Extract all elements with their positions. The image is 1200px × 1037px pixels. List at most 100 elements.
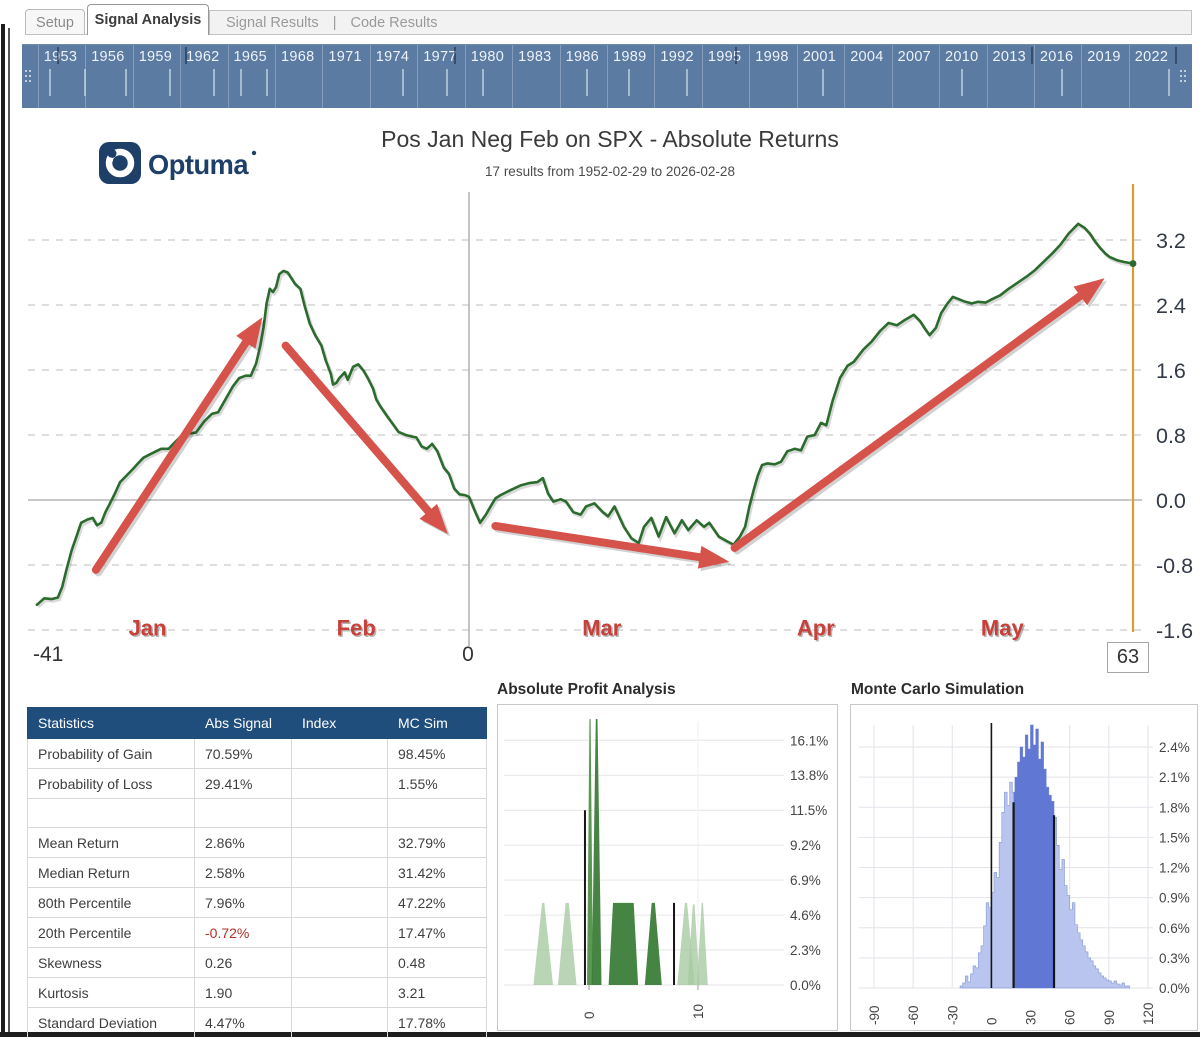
timeline-signal-mark-top (185, 47, 187, 64)
timeline-year-label: 2013 (993, 49, 1026, 65)
month-label-may: May (981, 615, 1025, 640)
mc-x-tick-label: 120 (1141, 1002, 1156, 1025)
stats-row: Probability of Loss29.41%1.55% (28, 769, 487, 799)
tab-strip: Signal Results | Code Results (209, 10, 1192, 35)
timeline-year-label: 1968 (281, 49, 314, 65)
line-end-dot (1130, 260, 1137, 267)
timeline-separator (749, 45, 750, 108)
month-label-apr: Apr (797, 615, 835, 640)
stats-row: Probability of Gain70.59%98.45% (28, 739, 487, 769)
timeline-signal-mark (1061, 69, 1063, 96)
timeline-signal-mark (125, 69, 127, 96)
tab-code-results[interactable]: Code Results (350, 15, 437, 31)
stats-row: Median Return2.58%31.42% (28, 858, 487, 888)
timeline-signal-mark (49, 69, 51, 96)
stats-cell: 0.26 (195, 948, 292, 978)
stats-row: 80th Percentile7.96%47.22% (28, 888, 487, 918)
timeline-separator (370, 45, 371, 108)
y-axis-tick-label: -0.8 (1156, 554, 1193, 578)
stats-cell: Probability of Loss (28, 769, 195, 799)
timeline-signal-mark (402, 69, 404, 96)
stats-cell: 0.48 (388, 948, 487, 978)
timeline-signal-mark (822, 69, 824, 96)
stats-cell: 2.58% (195, 858, 292, 888)
mc-y-tick-label: 2.4% (1159, 740, 1190, 755)
stats-cell: Probability of Gain (28, 739, 195, 769)
x-axis-end-label-box: 63 (1107, 642, 1149, 673)
stats-cell: Kurtosis (28, 978, 195, 1008)
timeline-year-label: 2019 (1087, 49, 1120, 65)
mc-confidence-band (1014, 725, 1054, 988)
tab-signal-analysis[interactable]: Signal Analysis (87, 4, 209, 35)
stats-column-header: Abs Signal (195, 708, 292, 739)
statistics-table-wrap: StatisticsAbs SignalIndexMC SimProbabili… (27, 707, 486, 1037)
timeline-signal-mark-top (1175, 47, 1177, 64)
stats-cell: Mean Return (28, 828, 195, 858)
timeline-year-label: 1974 (376, 49, 409, 65)
stats-cell: 1.55% (388, 769, 487, 799)
timeline-separator (892, 45, 893, 108)
timeline-year-label: 1962 (186, 49, 219, 65)
timeline-separator (133, 45, 134, 108)
stats-row: Mean Return2.86%32.79% (28, 828, 487, 858)
stats-cell: 2.86% (195, 828, 292, 858)
timeline-separator (1081, 45, 1082, 108)
timeline-separator (939, 45, 940, 108)
profit-y-tick-label: 13.8% (790, 768, 828, 783)
tab-separator: | (333, 15, 337, 31)
stats-column-header: Statistics (28, 708, 195, 739)
profit-y-tick-label: 9.2% (790, 838, 821, 853)
stats-cell (292, 948, 388, 978)
date-range-timeline[interactable]: 1953195619591962196519681971197419771980… (22, 44, 1192, 108)
stats-cell (292, 918, 388, 948)
timeline-separator (275, 45, 276, 108)
mc-y-tick-label: 1.8% (1159, 800, 1190, 815)
timeline-separator (560, 45, 561, 108)
stats-cell: 3.21 (388, 978, 487, 1008)
mc-y-tick-label: 0.3% (1159, 951, 1190, 966)
x-axis-zero-label: 0 (456, 643, 480, 667)
profit-distribution-peak (592, 719, 602, 985)
profit-panel-title: Absolute Profit Analysis (497, 681, 676, 699)
timeline-year-label: 1980 (471, 49, 504, 65)
timeline-signal-mark (213, 69, 215, 96)
timeline-signal-mark-top (57, 47, 59, 64)
stats-cell (195, 799, 292, 828)
timeline-separator (702, 45, 703, 108)
stats-row: Kurtosis1.903.21 (28, 978, 487, 1008)
timeline-signal-mark-top (454, 47, 456, 64)
timeline-year-label: 1992 (660, 49, 693, 65)
timeline-year-label: 2016 (1040, 49, 1073, 65)
profit-y-tick-label: 4.6% (790, 908, 821, 923)
timeline-separator (465, 45, 466, 108)
timeline-separator (228, 45, 229, 108)
timeline-grip-left[interactable] (25, 70, 33, 86)
stats-cell: 17.47% (388, 918, 487, 948)
stats-cell: Standard Deviation (28, 1008, 195, 1037)
tab-setup[interactable]: Setup (25, 9, 85, 35)
mc-panel-title: Monte Carlo Simulation (851, 681, 1024, 699)
stats-row: Standard Deviation4.47%17.78% (28, 1008, 487, 1037)
month-label-mar: Mar (582, 615, 622, 640)
y-axis-tick-label: 2.4 (1156, 294, 1186, 318)
stats-cell: 80th Percentile (28, 888, 195, 918)
timeline-separator (38, 45, 39, 108)
monte-carlo-panel: 2.4%2.1%1.8%1.5%1.2%0.9%0.6%0.3%0.0%-90-… (850, 704, 1198, 1031)
stats-cell (292, 978, 388, 1008)
mc-y-tick-label: 2.1% (1159, 770, 1190, 785)
timeline-separator (322, 45, 323, 108)
y-axis-tick-label: 0.0 (1156, 489, 1186, 513)
timeline-year-label: 1977 (423, 49, 456, 65)
timeline-year-label: 1965 (234, 49, 267, 65)
stats-cell: 70.59% (195, 739, 292, 769)
tab-signal-results[interactable]: Signal Results (226, 15, 319, 31)
timeline-separator (512, 45, 513, 108)
absolute-profit-chart: 16.1%13.8%11.5%9.2%6.9%4.6%2.3%0.0%010 (498, 705, 837, 1030)
timeline-grip-right[interactable] (1180, 70, 1188, 86)
timeline-signal-mark (84, 69, 86, 96)
timeline-year-label: 2001 (803, 49, 836, 65)
page-subtitle: 17 results from 1952-02-29 to 2026-02-28 (150, 164, 1070, 179)
profit-y-tick-label: 11.5% (790, 803, 827, 818)
timeline-signal-mark-top (735, 47, 737, 64)
timeline-signal-mark (482, 69, 484, 96)
